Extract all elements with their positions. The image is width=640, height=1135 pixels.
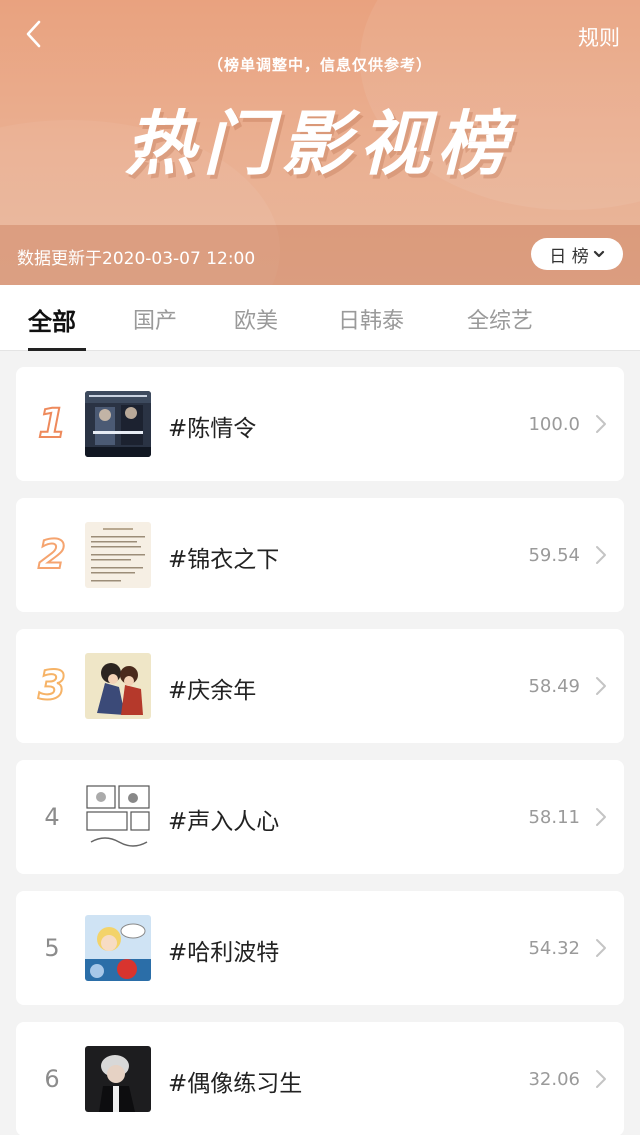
notice-text: （榜单调整中，信息仅供参考） — [207, 56, 432, 74]
thumbnail — [85, 391, 151, 457]
thumbnail — [85, 1046, 151, 1112]
chevron-right-icon — [596, 939, 606, 957]
rank-number: 2 — [37, 531, 67, 579]
chevron-down-icon — [593, 250, 604, 258]
title-text: #庆余年 — [168, 678, 257, 704]
ranking-item[interactable]: 5 #哈利波特 54.32 — [16, 891, 624, 1005]
update-time-text: 数据更新于2020-03-07 12:00 — [17, 249, 256, 269]
period-select[interactable]: 日 榜 — [531, 238, 623, 270]
ranking-item[interactable]: 2 #锦衣之下 59.54 — [16, 498, 624, 612]
title-text: #陈情令 — [168, 416, 257, 442]
tab-domestic[interactable]: 国产 — [133, 303, 177, 335]
score-value: 58.11 — [528, 807, 580, 828]
tab-jp-kr-th[interactable]: 日韩泰 — [338, 303, 404, 335]
chevron-right-icon — [596, 415, 606, 433]
tab-western[interactable]: 欧美 — [234, 303, 278, 335]
title-text: #锦衣之下 — [168, 547, 280, 573]
score-value: 58.49 — [528, 676, 580, 697]
rank-number: 3 — [37, 662, 67, 710]
thumbnail — [85, 784, 151, 850]
score-value: 59.54 — [528, 545, 580, 566]
tab-variety[interactable]: 全综艺 — [467, 303, 533, 335]
chevron-right-icon — [596, 808, 606, 826]
title-text: #偶像练习生 — [168, 1071, 303, 1097]
back-button[interactable] — [16, 16, 52, 52]
rank-number: 5 — [44, 934, 60, 962]
chevron-right-icon — [596, 677, 606, 695]
title-text: #哈利波特 — [168, 940, 280, 966]
chevron-right-icon — [596, 1070, 606, 1088]
thumbnail — [85, 653, 151, 719]
chevron-left-icon — [26, 20, 41, 48]
chevron-right-icon — [596, 546, 606, 564]
active-tab-indicator — [28, 348, 86, 351]
score-value: 100.0 — [528, 414, 580, 435]
ranking-item[interactable]: 1 #陈情令 100.0 — [16, 367, 624, 481]
period-select-value: 日 榜 — [549, 246, 589, 267]
ranking-header: 规则 （榜单调整中，信息仅供参考） 热门影视榜 数据更新于2020-03-07 … — [0, 0, 640, 285]
score-value: 32.06 — [528, 1069, 580, 1090]
rank-number: 4 — [44, 803, 60, 831]
thumbnail — [85, 915, 151, 981]
score-value: 54.32 — [528, 938, 580, 959]
tab-all[interactable]: 全部 — [28, 302, 76, 337]
ranking-list: 1 #陈情令 100.0 2 #锦衣之下 59.54 3 #庆余年 58.49 … — [16, 367, 624, 1135]
ranking-item[interactable]: 3 #庆余年 58.49 — [16, 629, 624, 743]
title-text: #声入人心 — [168, 809, 280, 835]
thumbnail — [85, 522, 151, 588]
ranking-item[interactable]: 4 #声入人心 58.11 — [16, 760, 624, 874]
rank-number: 6 — [44, 1065, 60, 1093]
category-tabs: 全部 国产 欧美 日韩泰 全综艺 — [0, 285, 640, 351]
ranking-item[interactable]: 6 #偶像练习生 32.06 — [16, 1022, 624, 1135]
rules-button[interactable]: 规则 — [578, 22, 620, 52]
page-title: 热门影视榜 — [125, 103, 515, 185]
rank-number: 1 — [37, 400, 67, 448]
